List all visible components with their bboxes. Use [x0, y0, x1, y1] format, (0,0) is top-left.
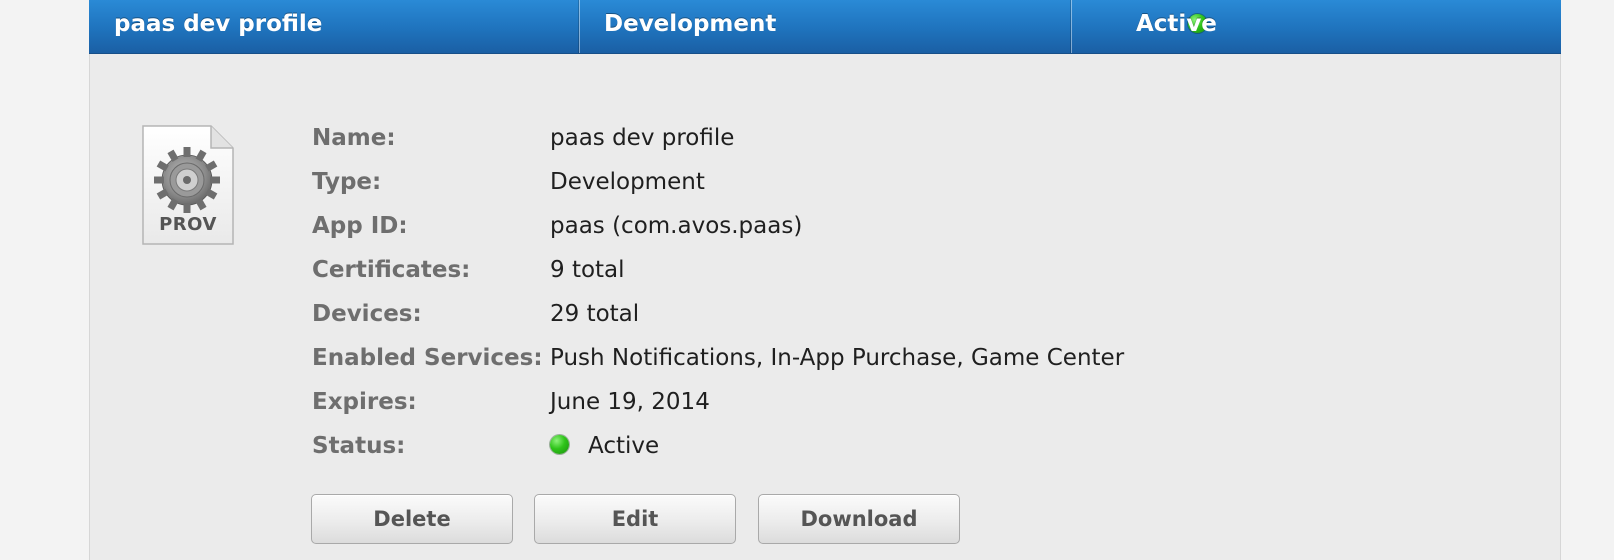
- edit-button[interactable]: Edit: [534, 494, 736, 544]
- status-active-icon: [550, 435, 569, 454]
- provisioning-caption: PROV: [159, 214, 217, 235]
- download-button[interactable]: Download: [758, 494, 960, 544]
- detail-label: Devices:: [312, 301, 422, 327]
- detail-label: App ID:: [312, 213, 408, 239]
- detail-label: Type:: [312, 169, 382, 195]
- header-divider: [1071, 0, 1072, 53]
- status-text: Active: [588, 433, 660, 459]
- detail-label: Enabled Services:: [312, 345, 543, 371]
- detail-value: paas dev profile: [550, 125, 735, 151]
- detail-value: Development: [550, 169, 705, 195]
- detail-value: 29 total: [550, 301, 640, 327]
- delete-button[interactable]: Delete: [311, 494, 513, 544]
- provisioning-profile-icon: PROV: [141, 124, 235, 246]
- detail-label: Status:: [312, 433, 406, 459]
- profile-header-bar[interactable]: paas dev profile Development Active: [89, 0, 1561, 54]
- header-profile-name: paas dev profile: [114, 11, 323, 37]
- header-divider: [579, 0, 580, 53]
- header-profile-type: Development: [604, 11, 777, 37]
- header-status: Active: [1136, 11, 1217, 37]
- detail-value: paas (com.avos.paas): [550, 213, 803, 239]
- detail-value: June 19, 2014: [550, 389, 710, 415]
- detail-label: Certificates:: [312, 257, 471, 283]
- detail-status-value: Active: [550, 424, 659, 468]
- detail-label: Name:: [312, 125, 396, 151]
- detail-value: Push Notifications, In-App Purchase, Gam…: [550, 345, 1125, 371]
- detail-label: Expires:: [312, 389, 417, 415]
- profile-detail-panel: [89, 0, 1561, 560]
- detail-value: 9 total: [550, 257, 625, 283]
